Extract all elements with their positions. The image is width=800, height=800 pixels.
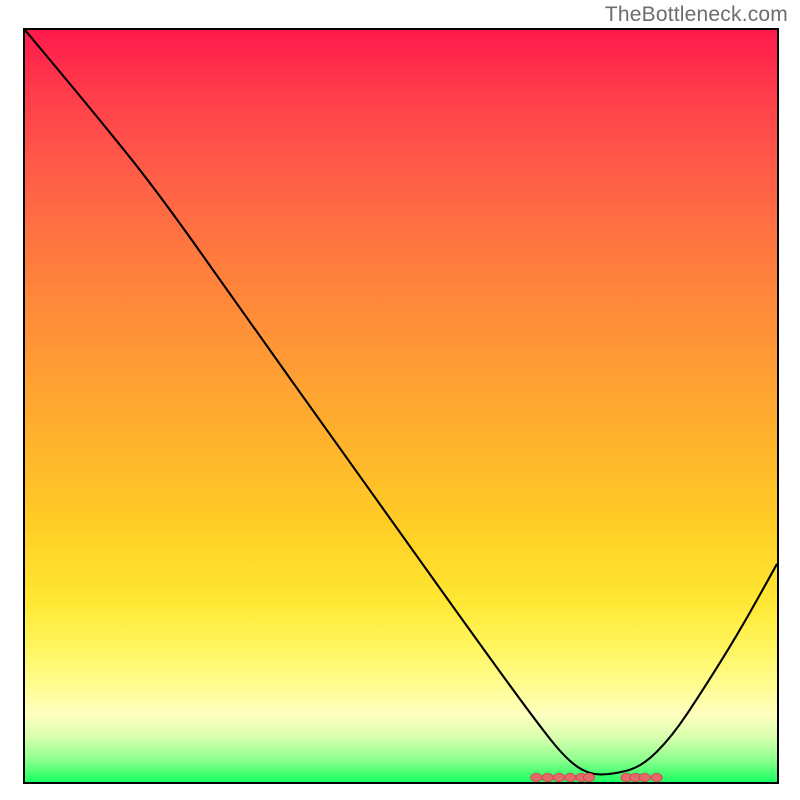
bottleneck-curve-path <box>25 30 777 774</box>
chart-svg <box>25 30 777 782</box>
data-marker <box>531 773 542 781</box>
watermark-text: TheBottleneck.com <box>605 3 788 27</box>
data-marker <box>553 773 564 781</box>
data-marker <box>639 773 650 781</box>
chart-frame <box>23 28 779 784</box>
data-marker <box>565 773 576 781</box>
data-marker <box>583 773 594 781</box>
data-marker <box>651 773 662 781</box>
data-marker <box>542 773 553 781</box>
